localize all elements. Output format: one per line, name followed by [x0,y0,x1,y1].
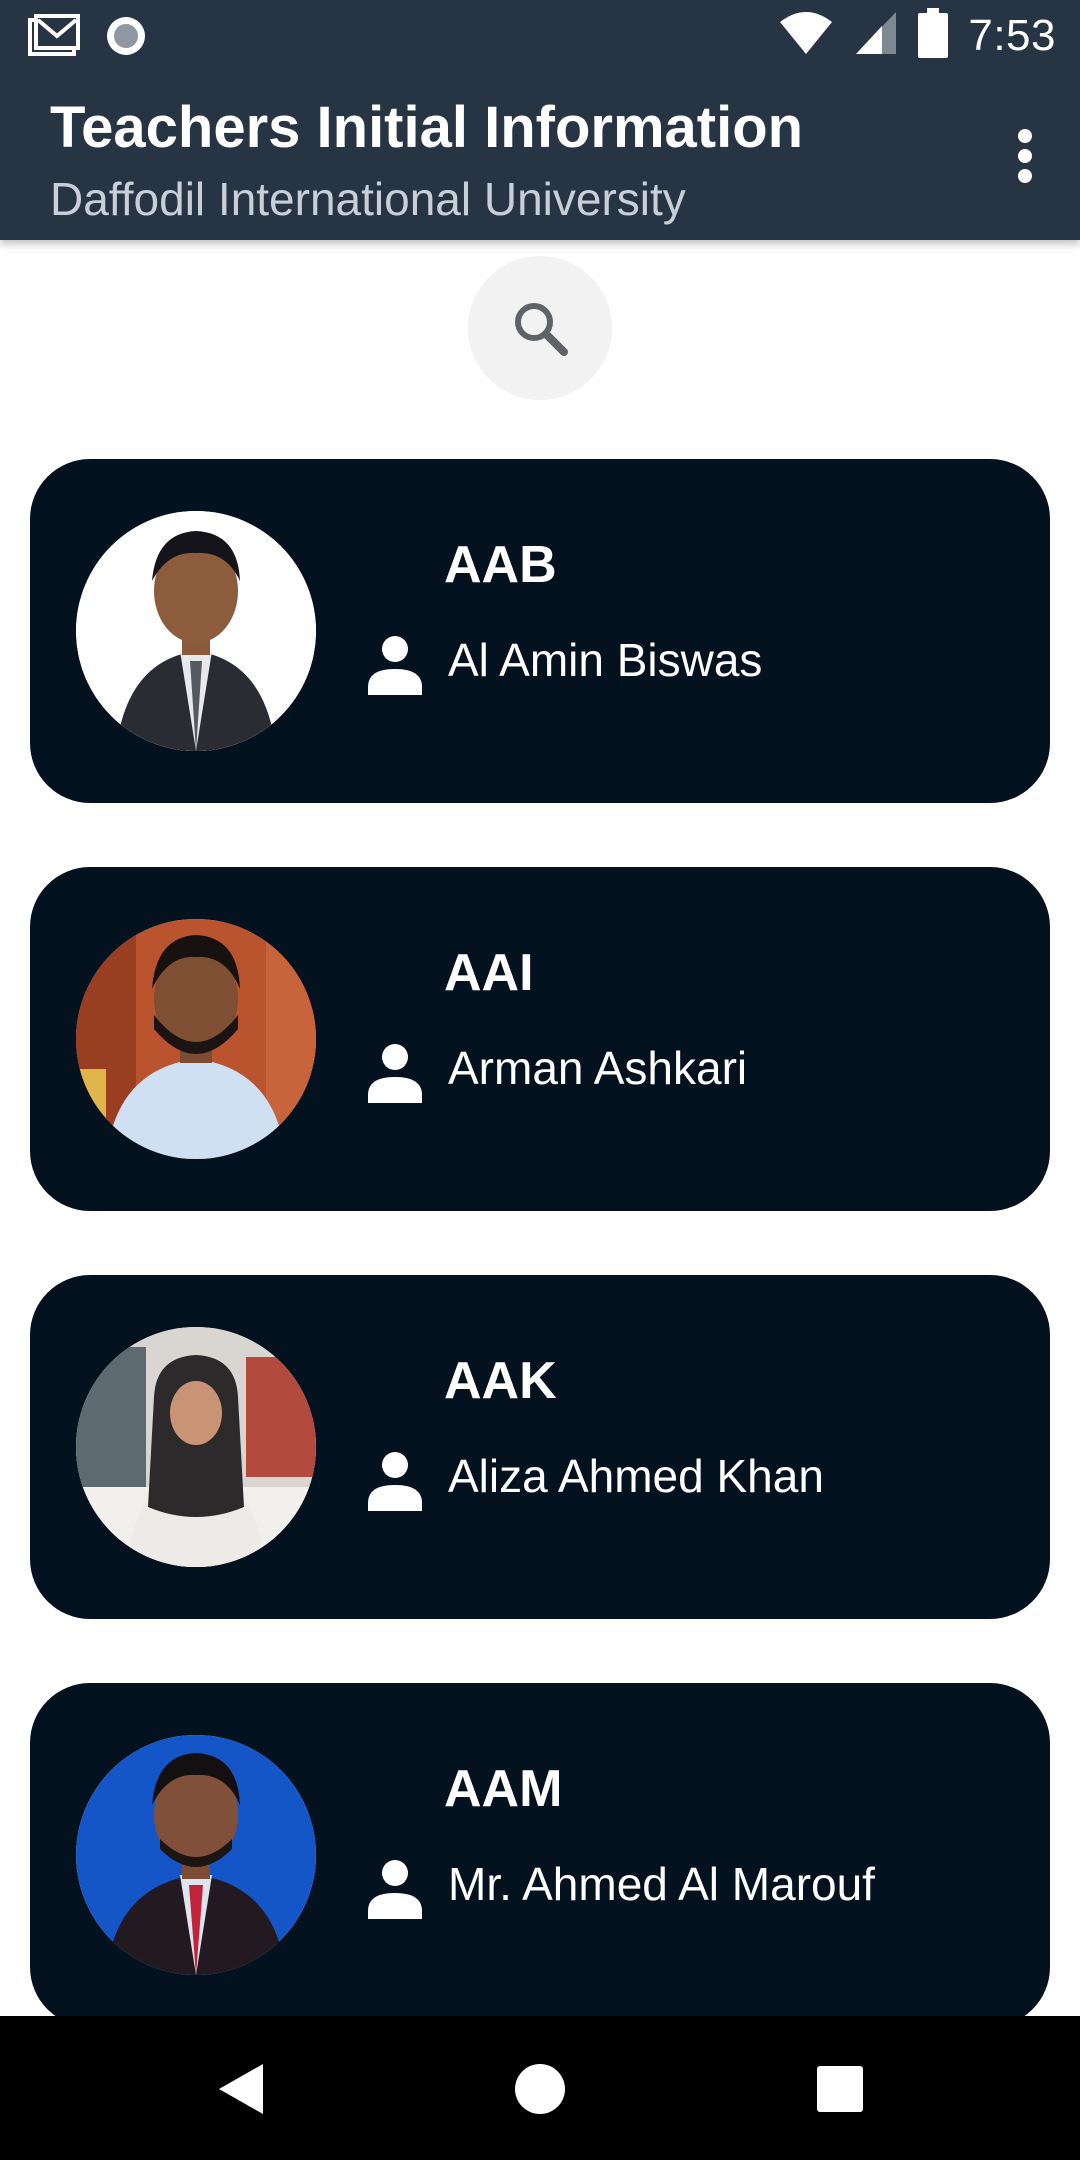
status-right-icons: 7:53 [778,8,1056,63]
home-icon [515,2064,565,2114]
gmail-icon [28,14,80,63]
teacher-initial: AAK [444,1352,557,1410]
recents-button[interactable] [795,2044,885,2134]
back-button[interactable] [195,2044,285,2134]
recents-icon [817,2066,863,2112]
circle-notification-icon [104,14,148,63]
teacher-avatar [76,919,316,1159]
teacher-card[interactable]: AAK Aliza Ahmed Khan [30,1275,1050,1619]
teacher-initial: AAI [444,944,534,1002]
page-title: Teachers Initial Information [50,95,804,160]
teacher-avatar [76,1327,316,1567]
teacher-name: Al Amin Biswas [448,634,763,686]
teacher-avatar [76,1735,316,1975]
teacher-card[interactable]: AAB Al Amin Biswas [30,459,1050,803]
battery-icon [918,8,949,63]
more-vert-icon [1018,129,1032,183]
teacher-name: Mr. Ahmed Al Marouf [448,1858,875,1910]
person-icon [368,1452,422,1511]
teacher-name: Arman Ashkari [448,1042,748,1094]
person-icon [368,1860,422,1919]
status-left-icons [28,14,148,63]
screen: 7:53 Teachers Initial Information Daffod… [0,0,1080,2160]
teacher-card[interactable]: AAI Arman Ashkari [30,867,1050,1211]
page-subtitle: Daffodil International University [50,173,686,225]
teacher-card[interactable]: AAM Mr. Ahmed Al Marouf [30,1683,1050,2027]
home-button[interactable] [495,2044,585,2134]
back-icon [219,2064,263,2114]
teacher-initial: AAM [444,1760,563,1818]
status-time: 7:53 [968,10,1056,60]
wifi-icon [778,10,834,61]
teacher-initial: AAB [444,536,557,594]
search-button[interactable] [468,256,612,400]
app-bar: Teachers Initial Information Daffodil In… [0,72,1080,240]
person-icon [368,1044,422,1103]
person-icon [368,636,422,695]
navigation-bar [0,2016,1080,2160]
overflow-menu-button[interactable] [990,116,1060,196]
teacher-avatar [76,511,316,751]
search-icon [515,303,568,356]
status-bar: 7:53 [0,0,1080,72]
signal-icon [854,10,898,61]
teacher-name: Aliza Ahmed Khan [448,1450,824,1502]
